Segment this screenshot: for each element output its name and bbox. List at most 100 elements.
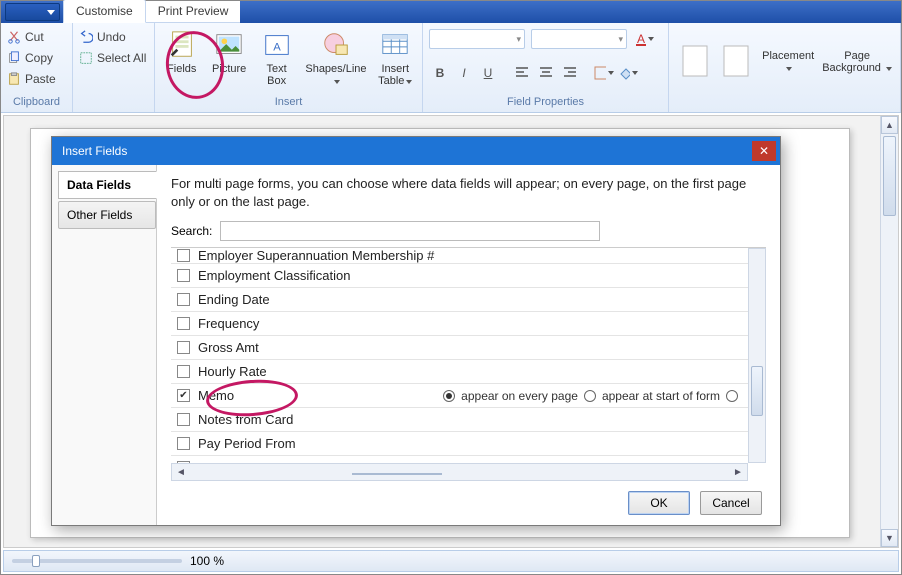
- zoom-slider[interactable]: [12, 559, 182, 563]
- radio-start-form[interactable]: [584, 390, 596, 402]
- italic-icon: I: [462, 66, 465, 80]
- picture-button[interactable]: Picture: [208, 27, 249, 77]
- placement-preview-2[interactable]: [717, 43, 757, 79]
- italic-button[interactable]: I: [453, 63, 475, 83]
- search-label: Search:: [171, 224, 212, 238]
- field-row[interactable]: Pay Period From: [171, 432, 748, 456]
- cut-label: Cut: [25, 30, 44, 44]
- field-row[interactable]: Employment Classification: [171, 264, 748, 288]
- textbox-icon: A: [261, 29, 293, 61]
- field-checkbox[interactable]: [177, 413, 190, 426]
- underline-button[interactable]: U: [477, 63, 499, 83]
- field-row[interactable]: Hourly Rate: [171, 360, 748, 384]
- page-background-label: Page Background: [822, 50, 892, 74]
- field-row[interactable]: Ending Date: [171, 288, 748, 312]
- copy-label: Copy: [25, 51, 53, 65]
- slider-knob[interactable]: [32, 555, 40, 567]
- cut-button[interactable]: Cut: [7, 27, 56, 47]
- undo-button[interactable]: Undo: [79, 27, 146, 47]
- scroll-thumb[interactable]: [883, 136, 896, 216]
- scroll-thumb[interactable]: [352, 473, 442, 475]
- fields-button[interactable]: Fields: [161, 27, 202, 77]
- field-row[interactable]: Employer Superannuation Membership #: [171, 248, 748, 264]
- insert-table-label: Insert Table: [378, 63, 412, 87]
- dialog-titlebar[interactable]: Insert Fields ✕: [52, 137, 780, 165]
- ribbon-tabs: Customise Print Preview: [63, 1, 240, 23]
- font-family-select[interactable]: ▾: [429, 29, 525, 49]
- placement-preview-1[interactable]: [675, 43, 715, 79]
- field-label: Notes from Card: [198, 412, 293, 427]
- field-checkbox[interactable]: [177, 317, 190, 330]
- shapes-button[interactable]: Shapes/Line: [303, 27, 368, 89]
- picture-label: Picture: [212, 63, 246, 75]
- page-background-button[interactable]: Page Background: [820, 46, 894, 76]
- group-page: Placement Page Background: [669, 23, 901, 112]
- scroll-left-icon[interactable]: ◄: [172, 467, 190, 478]
- border-button[interactable]: [593, 63, 615, 83]
- field-checkbox[interactable]: [177, 341, 190, 354]
- fields-icon: [166, 29, 198, 61]
- app-menu-button[interactable]: [5, 3, 60, 21]
- list-vertical-scrollbar[interactable]: [748, 248, 766, 463]
- group-clipboard: Cut Copy Paste Clipboard: [1, 23, 73, 112]
- field-checkbox[interactable]: [177, 269, 190, 282]
- group-label: Field Properties: [429, 94, 662, 110]
- field-checkbox[interactable]: [177, 365, 190, 378]
- search-input[interactable]: [220, 221, 600, 241]
- select-all-icon: [79, 51, 93, 65]
- cancel-button[interactable]: Cancel: [700, 491, 762, 515]
- scroll-down-icon[interactable]: ▼: [881, 529, 898, 547]
- field-label: Frequency: [198, 316, 259, 331]
- font-style-select[interactable]: ▾: [531, 29, 627, 49]
- group-insert: Fields Picture A Text Box Shapes/Line: [155, 23, 423, 112]
- field-row[interactable]: Gross Amt: [171, 336, 748, 360]
- field-row[interactable]: Notes from Card: [171, 408, 748, 432]
- copy-icon: [7, 51, 21, 65]
- field-checkbox[interactable]: [177, 249, 190, 262]
- ok-button[interactable]: OK: [628, 491, 690, 515]
- ribbon: Cut Copy Paste Clipboard Undo: [1, 23, 901, 113]
- select-all-button[interactable]: Select All: [79, 48, 146, 68]
- group-edit: Undo Select All: [73, 23, 155, 112]
- close-button[interactable]: ✕: [752, 141, 776, 161]
- tab-other-fields[interactable]: Other Fields: [58, 201, 156, 229]
- placement-label: Placement: [762, 50, 814, 74]
- scroll-thumb[interactable]: [751, 366, 763, 416]
- field-checkbox[interactable]: [177, 437, 190, 450]
- copy-button[interactable]: Copy: [7, 48, 56, 68]
- field-checkbox[interactable]: [177, 293, 190, 306]
- undo-label: Undo: [97, 30, 126, 44]
- radio-third[interactable]: [726, 390, 738, 402]
- field-row[interactable]: Payee: [171, 456, 748, 463]
- tab-customise[interactable]: Customise: [63, 0, 146, 23]
- radio-every-page[interactable]: [443, 390, 455, 402]
- scroll-right-icon[interactable]: ►: [729, 467, 747, 478]
- tab-data-fields[interactable]: Data Fields: [58, 171, 157, 199]
- chevron-down-icon: [334, 80, 340, 84]
- bold-button[interactable]: B: [429, 63, 451, 83]
- align-center-icon: [539, 66, 553, 80]
- placement-button[interactable]: Placement: [758, 46, 818, 76]
- group-label: Insert: [161, 94, 416, 110]
- scroll-up-icon[interactable]: ▲: [881, 116, 898, 134]
- font-color-button[interactable]: A: [633, 29, 655, 49]
- insert-table-button[interactable]: Insert Table: [375, 27, 416, 89]
- list-horizontal-scrollbar[interactable]: ◄ ►: [171, 463, 748, 481]
- zoom-value: 100 %: [190, 554, 224, 568]
- fields-label: Fields: [167, 63, 196, 75]
- align-left-button[interactable]: [511, 63, 533, 83]
- chevron-down-icon: [406, 80, 412, 84]
- fill-button[interactable]: [617, 63, 639, 83]
- field-checkbox[interactable]: [177, 389, 190, 402]
- tab-print-preview[interactable]: Print Preview: [146, 0, 241, 22]
- svg-text:A: A: [637, 32, 645, 46]
- border-icon: [594, 66, 606, 80]
- field-row[interactable]: Memoappear on every pageappear at start …: [171, 384, 748, 408]
- field-row[interactable]: Frequency: [171, 312, 748, 336]
- align-right-button[interactable]: [559, 63, 581, 83]
- paste-button[interactable]: Paste: [7, 69, 56, 89]
- vertical-scrollbar[interactable]: ▲ ▼: [880, 116, 898, 547]
- textbox-label: Text Box: [267, 63, 287, 87]
- textbox-button[interactable]: A Text Box: [256, 27, 297, 89]
- align-center-button[interactable]: [535, 63, 557, 83]
